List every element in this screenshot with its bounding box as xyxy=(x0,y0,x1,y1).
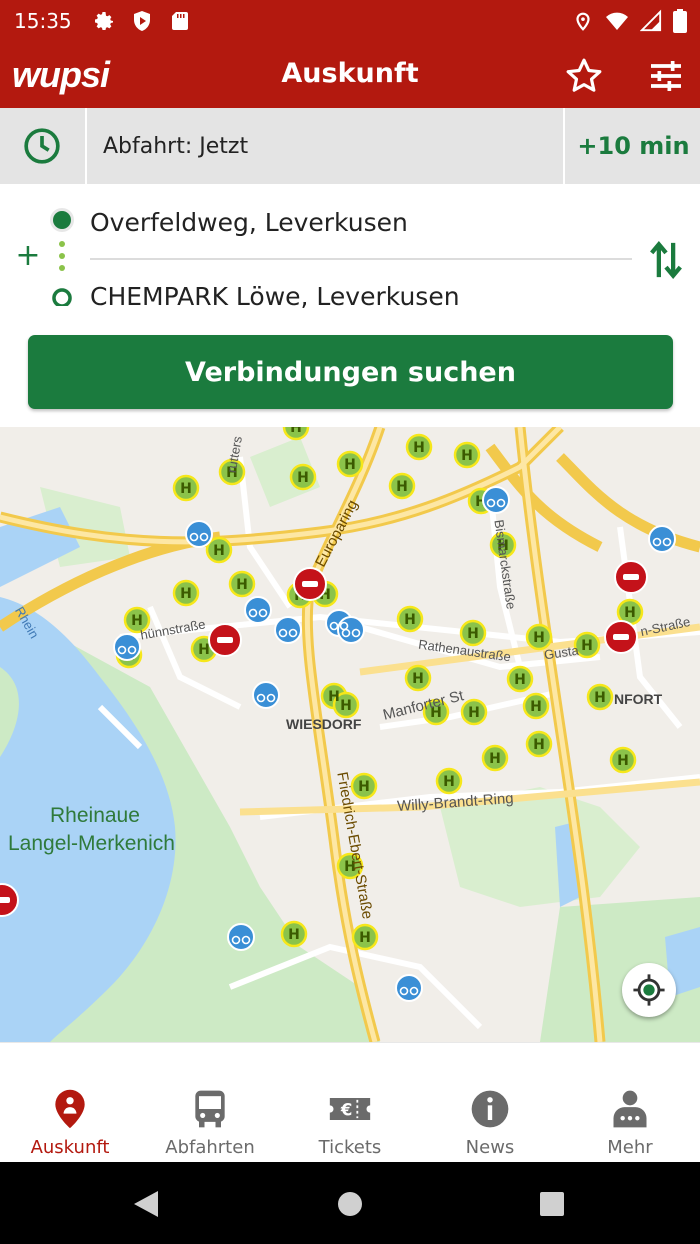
nav-label-auskunft: Auskunft xyxy=(30,1137,110,1158)
svg-text:H: H xyxy=(617,753,629,769)
sd-card-icon xyxy=(171,12,188,30)
svg-text:H: H xyxy=(404,612,416,628)
svg-text:H: H xyxy=(344,457,356,473)
signal-icon xyxy=(640,9,662,32)
favorite-star-icon[interactable] xyxy=(564,56,604,96)
svg-text:H: H xyxy=(396,479,408,495)
map-label-manfort: NFORT xyxy=(614,691,663,707)
svg-text:H: H xyxy=(180,586,192,602)
my-location-button[interactable] xyxy=(622,963,676,1017)
svg-text:H: H xyxy=(328,689,340,705)
bus-icon xyxy=(195,1090,225,1128)
swap-icon[interactable] xyxy=(648,240,684,280)
nav-mehr[interactable]: Mehr xyxy=(560,1043,700,1163)
svg-text:H: H xyxy=(180,481,192,497)
svg-text:H: H xyxy=(297,470,309,486)
svg-text:H: H xyxy=(198,642,210,658)
status-bar: 15:35 xyxy=(0,0,700,42)
nav-tickets[interactable]: € Tickets xyxy=(280,1043,420,1163)
system-navigation-bar xyxy=(0,1162,700,1244)
origin-field[interactable]: Overfeldweg, Leverkusen xyxy=(90,208,408,237)
field-divider xyxy=(90,258,632,260)
svg-text:H: H xyxy=(340,698,352,714)
app-bar: wupsi Auskunft xyxy=(0,42,700,108)
departure-time-field[interactable]: Abfahrt: Jetzt xyxy=(85,108,565,184)
info-icon xyxy=(471,1090,509,1128)
svg-text:H: H xyxy=(358,779,370,795)
svg-text:H: H xyxy=(624,605,636,621)
plus-10-min-button[interactable]: +10 min xyxy=(567,108,700,184)
shield-play-icon xyxy=(133,11,150,31)
clock-button[interactable] xyxy=(0,108,83,184)
svg-text:H: H xyxy=(461,448,473,464)
svg-text:H: H xyxy=(359,930,371,946)
search-connections-button[interactable]: Verbindungen suchen xyxy=(28,335,673,409)
map-label-rheinaue: Rheinaue xyxy=(50,804,140,827)
map-view[interactable]: HHH HHH HHH HHH HHH HHH HHH HHH HHH HHH … xyxy=(0,427,700,1042)
svg-text:H: H xyxy=(594,690,606,706)
svg-text:H: H xyxy=(213,543,225,559)
back-icon[interactable] xyxy=(132,1189,160,1219)
svg-text:H: H xyxy=(489,751,501,767)
nav-label-mehr: Mehr xyxy=(607,1137,653,1158)
svg-text:H: H xyxy=(467,626,479,642)
more-person-icon xyxy=(613,1090,647,1128)
settings-icon xyxy=(94,12,113,30)
svg-text:H: H xyxy=(533,630,545,646)
wifi-icon xyxy=(606,12,628,30)
svg-text:H: H xyxy=(468,705,480,721)
route-input-panel: Overfeldweg, Leverkusen CHEMPARK Löwe, L… xyxy=(0,184,700,426)
battery-icon xyxy=(673,9,687,33)
svg-text:H: H xyxy=(412,671,424,687)
route-line-icon xyxy=(50,208,74,306)
nav-label-tickets: Tickets xyxy=(318,1137,382,1158)
departure-label: Abfahrt: xyxy=(103,133,193,159)
home-icon[interactable] xyxy=(337,1191,363,1217)
location-status-icon xyxy=(576,12,590,31)
gps-target-icon xyxy=(633,974,665,1006)
clock-icon xyxy=(23,128,60,164)
map-label-langel-merkenich: Langel-Merkenich xyxy=(8,832,175,855)
nav-label-news: News xyxy=(465,1137,515,1158)
svg-text:H: H xyxy=(581,638,593,654)
nav-label-abfahrten: Abfahrten xyxy=(165,1137,255,1158)
map-label-wiesdorf: WIESDORF xyxy=(286,716,362,732)
nav-auskunft[interactable]: Auskunft xyxy=(0,1043,140,1163)
status-time: 15:35 xyxy=(14,9,72,33)
svg-text:H: H xyxy=(530,699,542,715)
svg-text:H: H xyxy=(290,427,302,436)
add-via-button[interactable]: + xyxy=(14,241,42,271)
filter-settings-icon[interactable] xyxy=(646,56,686,96)
time-row: Abfahrt: Jetzt +10 min xyxy=(0,108,700,184)
svg-text:H: H xyxy=(413,440,425,456)
svg-text:H: H xyxy=(443,774,455,790)
nav-abfahrten[interactable]: Abfahrten xyxy=(140,1043,280,1163)
bottom-navigation: Auskunft Abfahrten € Tickets News Mehr xyxy=(0,1042,700,1162)
departure-value: Jetzt xyxy=(199,133,249,159)
ticket-icon: € xyxy=(329,1098,371,1120)
svg-text:H: H xyxy=(533,737,545,753)
destination-field[interactable]: CHEMPARK Löwe, Leverkusen xyxy=(90,282,460,311)
svg-text:H: H xyxy=(514,672,526,688)
svg-text:H: H xyxy=(236,577,248,593)
location-pin-icon xyxy=(55,1089,85,1129)
svg-text:H: H xyxy=(288,927,300,943)
recents-icon[interactable] xyxy=(539,1191,565,1217)
svg-text:€: € xyxy=(340,1100,352,1119)
nav-news[interactable]: News xyxy=(420,1043,560,1163)
